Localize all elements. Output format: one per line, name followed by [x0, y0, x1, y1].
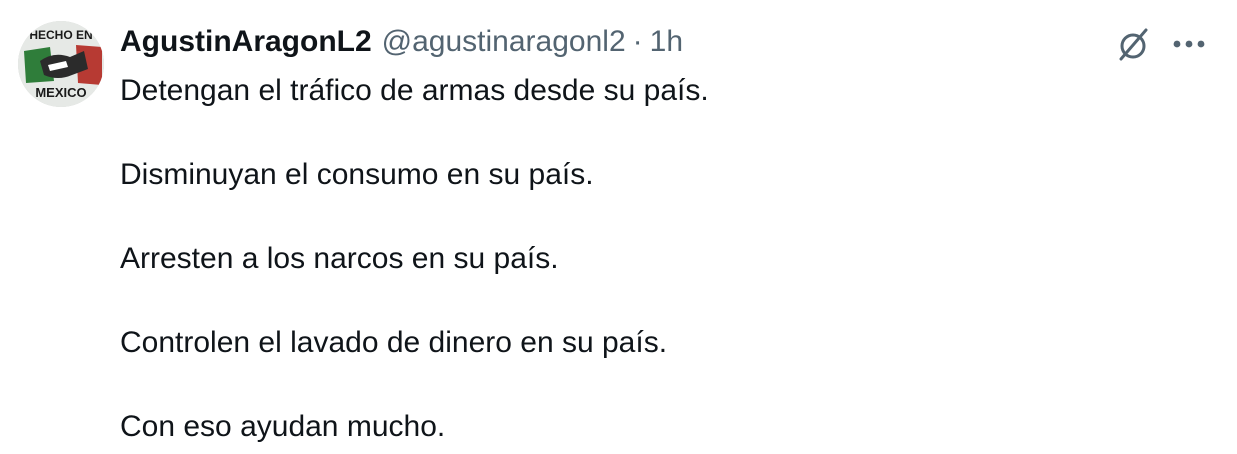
author-handle[interactable]: @agustinaragonl2 — [382, 25, 626, 59]
more-button[interactable] — [1169, 24, 1209, 64]
grok-slash-circle-icon — [1119, 28, 1148, 61]
tweet-paragraph: Controlen el lavado de dinero en su país… — [120, 326, 668, 359]
tweet-header: AgustinAragonL2 @agustinaragonl2 · 1h — [120, 22, 683, 62]
separator-dot: · — [632, 25, 643, 58]
grok-button[interactable] — [1113, 24, 1153, 64]
author-display-name[interactable]: AgustinAragonL2 — [120, 25, 372, 59]
tweet-card[interactable]: HECHO EN MEXICO AgustinAragonL2 @agustin… — [0, 0, 1237, 454]
tweet-paragraph: Disminuyan el consumo en su país. — [120, 158, 594, 191]
avatar-hecho-en-mexico-icon: HECHO EN MEXICO — [18, 21, 104, 107]
more-horizontal-icon — [1173, 40, 1205, 48]
tweet-paragraph: Detengan el tráfico de armas desde su pa… — [120, 74, 709, 107]
tweet-paragraph: Con eso ayudan mucho. — [120, 410, 446, 443]
tweet-actions — [1113, 24, 1209, 64]
timestamp[interactable]: 1h — [650, 25, 683, 59]
avatar-text-bottom: MEXICO — [35, 85, 86, 100]
avatar[interactable]: HECHO EN MEXICO — [18, 21, 104, 107]
avatar-text-top: HECHO EN — [29, 28, 92, 42]
tweet-text: Detengan el tráfico de armas desde su pa… — [120, 70, 1200, 448]
tweet-paragraph: Arresten a los narcos en su país. — [120, 242, 559, 275]
